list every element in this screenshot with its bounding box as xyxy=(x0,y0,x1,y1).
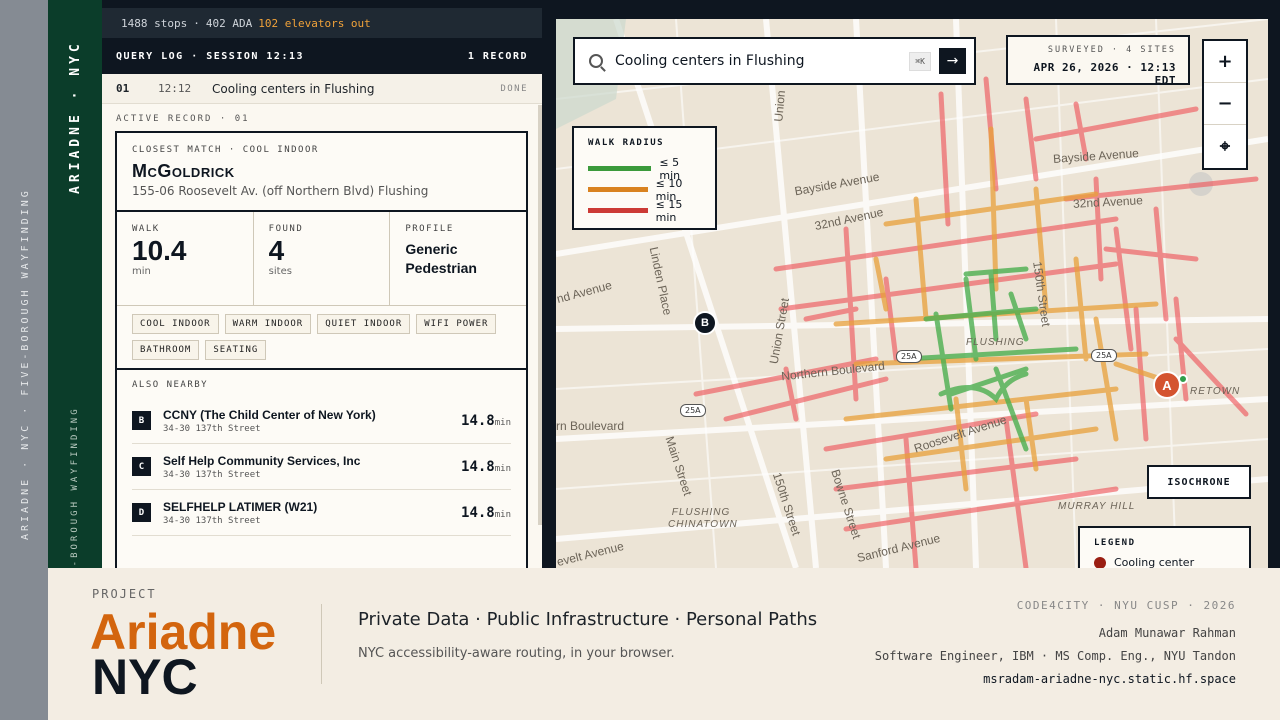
search-bar: Cooling centers in Flushing ⌘K → xyxy=(573,37,976,85)
zoom-out-button[interactable]: − xyxy=(1204,83,1246,125)
subtitle: NYC accessibility-aware routing, in your… xyxy=(358,646,675,661)
tag-cool-indoor[interactable]: COOL INDOOR xyxy=(132,314,219,334)
isochrone-toggle[interactable]: ISOCHRONE xyxy=(1147,465,1251,499)
query-row[interactable]: 01 12:12 Cooling centers in Flushing DON… xyxy=(102,74,542,104)
site-marker-b[interactable]: B xyxy=(693,311,717,335)
brand-vertical: ARIADNE · NYC xyxy=(68,40,83,194)
found-stat: FOUND 4 sites xyxy=(254,212,391,305)
walk-radius-legend: WALK RADIUS ≤ 5 min ≤ 10 min ≤ 15 min xyxy=(572,126,717,230)
search-submit-button[interactable]: → xyxy=(939,48,966,74)
route-shield: 25A xyxy=(1091,349,1117,362)
credit-author: Adam Munawar Rahman xyxy=(1098,626,1236,640)
list-item[interactable]: C Self Help Community Services, Inc 34-3… xyxy=(132,444,511,490)
locate-icon[interactable]: ⌖ xyxy=(1204,125,1246,167)
site-badge: C xyxy=(132,457,151,476)
credit-url[interactable]: msradam-ariadne-nyc.static.hf.space xyxy=(983,672,1236,686)
app-panel: 1488 stops · 402 ADA 102 elevators out Q… xyxy=(102,8,542,568)
map-view[interactable]: Bayside Avenue Bayside Avenue 32nd Avenu… xyxy=(556,19,1268,568)
record-card: CLOSEST MATCH · COOL INDOOR McGoldrick 1… xyxy=(115,131,528,568)
list-item[interactable]: B CCNY (The Child Center of New York) 34… xyxy=(132,398,511,444)
footer-divider xyxy=(321,604,322,684)
project-label: PROJECT xyxy=(92,587,157,601)
search-input[interactable]: Cooling centers in Flushing xyxy=(615,53,909,69)
query-text: Cooling centers in Flushing xyxy=(212,81,375,96)
arrow-right-icon: → xyxy=(946,53,959,69)
closest-match[interactable]: CLOSEST MATCH · COOL INDOOR McGoldrick 1… xyxy=(117,133,526,212)
elevators-out[interactable]: 102 elevators out xyxy=(258,17,371,30)
amenity-tags: COOL INDOOR WARM INDOOR QUIET INDOOR WIF… xyxy=(117,306,526,370)
list-item[interactable]: D SELFHELP LATIMER (W21) 34-30 137th Str… xyxy=(132,490,511,536)
tag-seating[interactable]: SEATING xyxy=(205,340,267,360)
route-shield: 25A xyxy=(680,404,706,417)
query-log-count: 1 RECORD xyxy=(467,50,528,62)
tagline: Private Data · Public Infrastructure · P… xyxy=(358,609,818,630)
stats-row: WALK 10.4 min FOUND 4 sites PROFILE Gene… xyxy=(117,212,526,306)
credit-org: CODE4CITY · NYU CUSP · 2026 xyxy=(1016,599,1236,612)
site-marker-a[interactable]: A xyxy=(1153,371,1181,399)
active-record-label: ACTIVE RECORD · 01 xyxy=(116,114,250,124)
project-title-city: NYC xyxy=(92,649,198,705)
match-name: McGoldrick xyxy=(132,161,235,181)
side-strip: ARIADNE · NYC · FIVE-BOROUGH WAYFINDING xyxy=(0,0,48,720)
panel-scrollbar[interactable] xyxy=(538,105,542,525)
tag-wifi-power[interactable]: WIFI POWER xyxy=(416,314,497,334)
status-bar: 1488 stops · 402 ADA 102 elevators out xyxy=(102,8,542,38)
tag-bathroom[interactable]: BATHROOM xyxy=(132,340,200,360)
site-badge: B xyxy=(132,411,151,430)
ada-count: 402 ADA xyxy=(205,16,253,30)
credit-role: Software Engineer, IBM · MS Comp. Eng., … xyxy=(874,649,1236,663)
footer: PROJECT Ariadne NYC Private Data · Publi… xyxy=(48,568,1280,720)
brand-strip: ARIADNE · NYC FIVE-BOROUGH WAYFINDING xyxy=(48,0,102,568)
zoom-in-button[interactable]: + xyxy=(1204,41,1246,83)
cooling-center-marker-icon xyxy=(1094,556,1106,568)
tag-warm-indoor[interactable]: WARM INDOOR xyxy=(224,314,312,334)
user-location-dot xyxy=(1178,374,1188,384)
stops-count: 1488 stops xyxy=(121,16,188,30)
tag-quiet-indoor[interactable]: QUIET INDOOR xyxy=(317,314,411,334)
map-legend: LEGEND Cooling center xyxy=(1078,526,1251,568)
also-nearby: ALSO NEARBY B CCNY (The Child Center of … xyxy=(117,370,526,536)
match-address: 155-06 Roosevelt Av. (off Northern Blvd)… xyxy=(132,184,429,198)
shortcut-hint: ⌘K xyxy=(909,51,931,71)
walk-stat: WALK 10.4 min xyxy=(117,212,254,305)
survey-box: SURVEYED · 4 SITES APR 26, 2026 · 12:13 … xyxy=(1006,35,1190,87)
site-badge: D xyxy=(132,503,151,522)
query-log-header: QUERY LOG · SESSION 12:13 1 RECORD xyxy=(102,38,542,74)
status-badge: DONE xyxy=(500,83,528,94)
zoom-controls: + − ⌖ xyxy=(1202,39,1248,170)
route-shield: 25A xyxy=(896,350,922,363)
profile-stat[interactable]: PROFILE Generic Pedestrian xyxy=(390,212,526,305)
side-strip-text: ARIADNE · NYC · FIVE-BOROUGH WAYFINDING xyxy=(20,188,31,540)
brand-subtitle: FIVE-BOROUGH WAYFINDING xyxy=(70,406,80,568)
search-icon xyxy=(589,54,603,68)
walk-radius-item: ≤ 15 min xyxy=(588,198,701,224)
query-log-title: QUERY LOG · SESSION 12:13 xyxy=(116,50,305,62)
